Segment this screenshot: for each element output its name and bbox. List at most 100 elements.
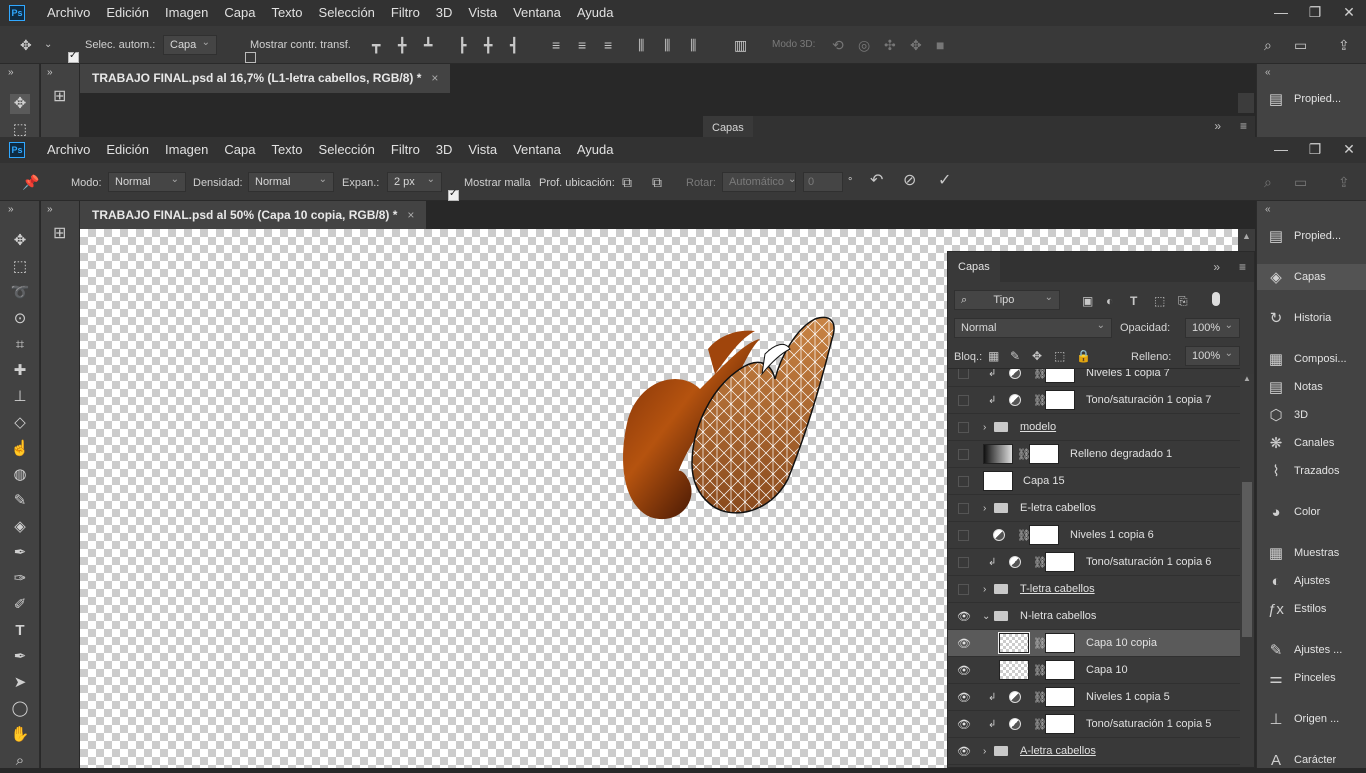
layers-tab[interactable]: Capas [948, 252, 1000, 282]
restore-button[interactable]: ❐ [1298, 0, 1332, 26]
panel-item-brushes[interactable]: ⚌ Pinceles [1257, 665, 1366, 691]
hand-tool-icon[interactable]: ✋ [10, 725, 30, 745]
workspace-icon[interactable]: ▭ [1294, 38, 1307, 52]
menu-filtro[interactable]: Filtro [383, 137, 428, 163]
panel-item-brush-settings[interactable]: ✎ Ajustes ... [1257, 637, 1366, 663]
bg-document-tab[interactable]: TRABAJO FINAL.psd al 16,7% (L1-letra cab… [80, 64, 451, 93]
panel-item-swatches[interactable]: ▦ Muestras [1257, 540, 1366, 566]
distribute-hcenter-icon[interactable]: ⫼ [664, 38, 670, 52]
collapse-icon[interactable]: » [47, 203, 53, 217]
panel-item-color[interactable]: ◕ Color [1257, 499, 1366, 525]
show-transform-checkbox[interactable] [245, 52, 256, 63]
collapse-icon[interactable]: » [47, 66, 53, 80]
eraser-tool-icon[interactable]: ◇ [10, 413, 30, 433]
layer-row[interactable]: 👁 › A-letra cabellos [948, 738, 1240, 765]
share-icon[interactable]: ⇪ [1338, 175, 1350, 189]
visibility-toggle[interactable] [958, 556, 969, 568]
collapse-icon[interactable]: » [8, 203, 14, 217]
smudge-tool-icon[interactable]: ☝ [10, 439, 30, 459]
chevron-up-icon[interactable]: ▲ [1243, 374, 1251, 383]
menu-filtro[interactable]: Filtro [383, 0, 428, 26]
filter-adjustment-icon[interactable]: ◐ [1106, 294, 1113, 308]
auto-align-icon[interactable]: ▥ [734, 38, 747, 52]
mode-dropdown[interactable]: Normal [108, 172, 186, 192]
bg-properties-item[interactable]: ▤ Propied... [1257, 86, 1366, 112]
layer-row[interactable]: › T-letra cabellos [948, 576, 1240, 603]
bg-layers-tab[interactable]: Capas [703, 116, 753, 137]
menu-texto[interactable]: Texto [263, 0, 310, 26]
collapse-icon[interactable]: » [8, 66, 14, 80]
lasso-tool-icon[interactable]: ➰ [10, 283, 30, 303]
rotate-degrees-field[interactable]: 0 [803, 172, 843, 192]
layer-row[interactable]: ⛓ Relleno degradado 1 [948, 441, 1240, 468]
layer-row[interactable]: 👁 ⛓ Capa 10 copia [948, 630, 1240, 657]
workspace-icon[interactable]: ▭ [1294, 175, 1307, 189]
collapse-panel-icon[interactable]: » [1214, 119, 1221, 133]
menu-3d[interactable]: 3D [428, 137, 461, 163]
layer-row[interactable]: 👁 ↲ ⛓ Niveles 1 copia 5 [948, 684, 1240, 711]
visibility-toggle[interactable] [958, 369, 969, 379]
collapse-icon[interactable]: « [1265, 203, 1271, 217]
cancel-icon[interactable]: ⊘ [903, 173, 916, 189]
menu-imagen[interactable]: Imagen [157, 0, 216, 26]
paint-bucket-tool-icon[interactable]: ◈ [10, 517, 30, 537]
eye-icon[interactable]: 👁 [957, 637, 971, 650]
panel-item-3d[interactable]: ⬡ 3D [1257, 402, 1366, 428]
filter-toggle-icon[interactable] [1212, 292, 1220, 306]
document-tab[interactable]: TRABAJO FINAL.psd al 50% (Capa 10 copia,… [80, 201, 427, 229]
filter-type-icon[interactable]: T [1130, 294, 1137, 308]
distribute-right-icon[interactable]: ⫼ [690, 38, 696, 52]
move-tool-icon[interactable]: ✥ [10, 94, 30, 114]
chevron-right-icon[interactable]: › [983, 503, 986, 514]
type-tool-icon[interactable]: T [10, 621, 30, 641]
brush-tool-icon[interactable]: ✎ [10, 491, 30, 511]
eye-icon[interactable]: 👁 [957, 610, 971, 623]
panel-item-comps[interactable]: ▦ Composi... [1257, 346, 1366, 372]
panel-item-channels[interactable]: ❋ Canales [1257, 430, 1366, 456]
layers-scrollbar[interactable]: ▲ [1240, 374, 1254, 766]
layer-row[interactable]: 👁 ⛓ Capa 10 [948, 657, 1240, 684]
auto-select-checkbox[interactable] [68, 50, 79, 63]
layer-row[interactable]: 👁 ↲ ⛓ Tono/saturación 1 copia 5 [948, 711, 1240, 738]
chevron-right-icon[interactable]: › [983, 422, 986, 433]
close-icon[interactable]: × [431, 71, 438, 85]
undo-icon[interactable]: ↶ [870, 173, 883, 189]
pin-backward-icon[interactable]: ⧉ [652, 175, 662, 189]
filter-pixel-icon[interactable]: ▣ [1082, 294, 1093, 308]
close-button[interactable]: ✕ [1332, 137, 1366, 163]
menu-edicion[interactable]: Edición [98, 0, 157, 26]
menu-texto[interactable]: Texto [263, 137, 310, 163]
visibility-toggle[interactable] [958, 529, 969, 541]
close-button[interactable]: ✕ [1332, 0, 1366, 26]
align-vcenter-icon[interactable]: ╋ [398, 38, 406, 52]
move-tool-icon[interactable]: ✥ [20, 38, 32, 52]
rotate-3d-icon[interactable]: ⟲ [832, 38, 844, 52]
visibility-toggle[interactable] [958, 394, 969, 406]
distribute-vcenter-icon[interactable]: ≡ [578, 38, 586, 52]
minimize-button[interactable]: — [1264, 137, 1298, 163]
menu-3d[interactable]: 3D [428, 0, 461, 26]
bg-scrollbar[interactable] [1238, 93, 1254, 113]
filter-smart-object-icon[interactable]: ⎘ [1178, 294, 1188, 308]
lock-artboard-icon[interactable]: ⬚ [1054, 349, 1065, 363]
confirm-icon[interactable]: ✓ [938, 173, 951, 189]
menu-imagen[interactable]: Imagen [157, 137, 216, 163]
color-replace-tool-icon[interactable]: ✑ [10, 569, 30, 589]
show-mesh-checkbox[interactable] [448, 188, 459, 201]
menu-edicion[interactable]: Edición [98, 137, 157, 163]
collapse-panel-icon[interactable]: » [1213, 260, 1220, 274]
healing-brush-tool-icon[interactable]: ✚ [10, 361, 30, 381]
menu-seleccion[interactable]: Selección [311, 0, 383, 26]
menu-ayuda[interactable]: Ayuda [569, 137, 622, 163]
blend-mode-dropdown[interactable]: Normal [954, 318, 1112, 338]
canvas-scroll-up[interactable]: ▲ [1238, 229, 1255, 251]
zoom-tool-icon[interactable]: ⌕ [10, 751, 30, 771]
mixer-brush-tool-icon[interactable]: ✐ [10, 595, 30, 615]
minimize-button[interactable]: — [1264, 0, 1298, 26]
panel-item-styles[interactable]: ƒx Estilos [1257, 596, 1366, 622]
ellipse-tool-icon[interactable]: ◯ [10, 699, 30, 719]
panel-menu-icon[interactable]: ≡ [1239, 260, 1246, 274]
crop-tool-icon[interactable]: ⌗ [10, 335, 30, 355]
visibility-toggle[interactable] [958, 475, 969, 487]
layer-row[interactable]: ↲ ⛓ Tono/saturación 1 copia 6 [948, 549, 1240, 576]
